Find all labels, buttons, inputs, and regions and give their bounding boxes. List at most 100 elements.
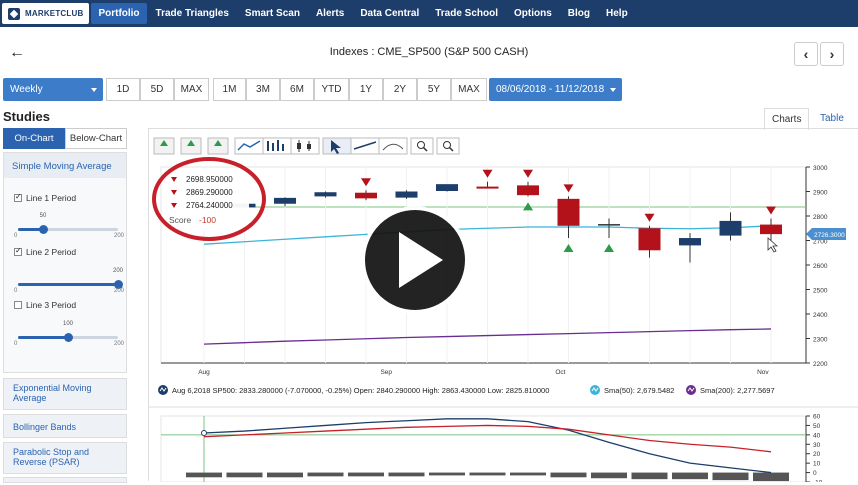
tool-candle-chart[interactable] xyxy=(290,137,320,155)
line3-label: Line 3 Period xyxy=(26,300,77,310)
histogram-bar xyxy=(226,472,263,478)
checkbox-icon[interactable] xyxy=(14,192,22,202)
y-tick-label: 3000 xyxy=(813,165,828,172)
nav-trade-triangles[interactable]: Trade Triangles xyxy=(149,3,236,24)
range-ytd[interactable]: YTD xyxy=(314,78,349,101)
line1-checkbox-row[interactable]: Line 1 Period xyxy=(14,192,77,203)
top-nav: MARKETCLUB Portfolio Trade Triangles Sma… xyxy=(0,0,858,27)
study-psar[interactable]: Parabolic Stop and Reverse (PSAR) xyxy=(3,442,127,474)
zoom-out-button[interactable] xyxy=(436,137,460,155)
y-tick-label: 2200 xyxy=(813,361,828,368)
studies-heading: Studies xyxy=(3,109,50,124)
histogram-bar xyxy=(267,472,303,478)
y-tick-label: 2300 xyxy=(813,337,828,344)
line2-slider[interactable]: 200 0 200 xyxy=(14,268,124,295)
range-max-intraday[interactable]: MAX xyxy=(174,78,209,101)
oscillator-y-ticks: 6050403020100-10 xyxy=(806,414,823,485)
sma-panel: Simple Moving Average Line 1 Period 50 0… xyxy=(3,152,127,373)
score-label: Score xyxy=(169,215,191,225)
logo-text: MARKETCLUB xyxy=(25,9,84,18)
range-5y[interactable]: 5Y xyxy=(417,78,451,101)
candle-body xyxy=(760,224,782,235)
price-y-ticks: 300029002800270026002500240023002200 xyxy=(806,165,828,368)
line3-slider[interactable]: 100 0 200 xyxy=(14,321,124,348)
chart-legend: Aug 6,2018 SP500: 2833.280000 (-7.070000… xyxy=(158,385,775,395)
range-5d[interactable]: 5D xyxy=(140,78,174,101)
tab-below-chart[interactable]: Below-Chart xyxy=(65,128,127,149)
histogram-bar xyxy=(631,472,668,480)
line2-checkbox-row[interactable]: Line 2 Period xyxy=(14,246,77,257)
callout-daily-value: 2764.240000 xyxy=(186,201,233,210)
y-tick-label: 2600 xyxy=(813,263,828,270)
sma-panel-title[interactable]: Simple Moving Average xyxy=(4,153,126,178)
nav-blog[interactable]: Blog xyxy=(561,3,597,24)
tab-charts[interactable]: Charts xyxy=(764,108,810,130)
nav-alerts[interactable]: Alerts xyxy=(309,3,351,24)
candle-body-icon xyxy=(297,143,301,149)
range-2y[interactable]: 2Y xyxy=(383,78,417,101)
sma50-legend-text: Sma(50): 2,679.5482 xyxy=(604,386,674,395)
candle-body xyxy=(557,198,580,226)
date-range-picker[interactable]: 08/06/2018 - 11/12/2018 xyxy=(489,78,622,101)
nav-trade-school[interactable]: Trade School xyxy=(428,3,505,24)
price-x-ticks: Aug Sep Oct Nov xyxy=(198,369,769,376)
range-1m[interactable]: 1M xyxy=(213,78,246,101)
slider-fill xyxy=(18,283,118,286)
histogram-bar xyxy=(307,472,344,477)
price-chart[interactable]: 300029002800270026002500240023002200 Aug… xyxy=(149,129,858,485)
y-tick-label: 2800 xyxy=(813,214,828,221)
osc-y-tick-label: 40 xyxy=(813,432,821,439)
slider-max: 200 xyxy=(113,341,124,347)
checkbox-icon[interactable] xyxy=(14,301,22,309)
line1-slider[interactable]: 50 0 200 xyxy=(14,213,124,240)
slider-handle[interactable] xyxy=(64,333,73,342)
osc-y-tick-label: 50 xyxy=(813,423,821,430)
slider-value: 50 xyxy=(39,213,47,219)
marketclub-logo[interactable]: MARKETCLUB xyxy=(2,3,90,24)
range-3m[interactable]: 3M xyxy=(246,78,280,101)
line3-checkbox-row[interactable]: Line 3 Period xyxy=(14,300,76,310)
zoom-in-button[interactable] xyxy=(410,137,434,155)
nav-help[interactable]: Help xyxy=(599,3,635,24)
oscillator-cursor-dot xyxy=(201,429,207,436)
study-bollinger[interactable]: Bollinger Bands xyxy=(3,414,127,438)
prev-button[interactable]: ‹ xyxy=(794,42,818,66)
tab-on-chart[interactable]: On-Chart xyxy=(3,128,65,149)
period-select[interactable]: Weekly xyxy=(3,78,103,101)
nav-smart-scan[interactable]: Smart Scan xyxy=(238,3,307,24)
range-6m[interactable]: 6M xyxy=(280,78,314,101)
y-tick-label: 2400 xyxy=(813,312,828,319)
range-1d[interactable]: 1D xyxy=(106,78,140,101)
nav-options[interactable]: Options xyxy=(507,3,559,24)
candle-body xyxy=(314,192,337,197)
candle-body xyxy=(274,197,296,204)
slider-value: 200 xyxy=(112,268,124,274)
video-play-button[interactable] xyxy=(361,206,469,314)
next-button[interactable]: › xyxy=(820,42,844,66)
histogram-bar xyxy=(429,472,465,476)
slider-handle[interactable] xyxy=(39,225,48,234)
tool-fibonacci[interactable] xyxy=(378,137,408,155)
nav-data-central[interactable]: Data Central xyxy=(353,3,426,24)
date-range-value: 08/06/2018 - 11/12/2018 xyxy=(496,84,605,95)
osc-y-tick-label: 10 xyxy=(813,461,821,468)
study-ema[interactable]: Exponential Moving Average xyxy=(3,378,127,410)
candle-body xyxy=(719,220,742,236)
histogram-bar xyxy=(712,472,749,481)
chevron-down-icon xyxy=(610,88,616,92)
histogram-bar xyxy=(186,472,222,478)
study-next[interactable] xyxy=(3,477,127,483)
range-1y[interactable]: 1Y xyxy=(349,78,383,101)
nav-portfolio[interactable]: Portfolio xyxy=(91,3,147,24)
line2-label: Line 2 Period xyxy=(26,247,77,257)
range-max[interactable]: MAX xyxy=(451,78,487,101)
osc-y-tick-label: 30 xyxy=(813,442,821,449)
tab-table[interactable]: Table xyxy=(813,108,851,130)
callout-weekly-value: 2869.290000 xyxy=(186,188,233,197)
line1-label: Line 1 Period xyxy=(26,193,77,203)
chart-tool-buttons xyxy=(153,137,460,155)
ohlc-legend-text: Aug 6,2018 SP500: 2833.280000 (-7.070000… xyxy=(172,386,549,395)
chevron-down-icon xyxy=(91,88,97,92)
candle-body xyxy=(476,186,499,189)
checkbox-icon[interactable] xyxy=(14,246,22,256)
